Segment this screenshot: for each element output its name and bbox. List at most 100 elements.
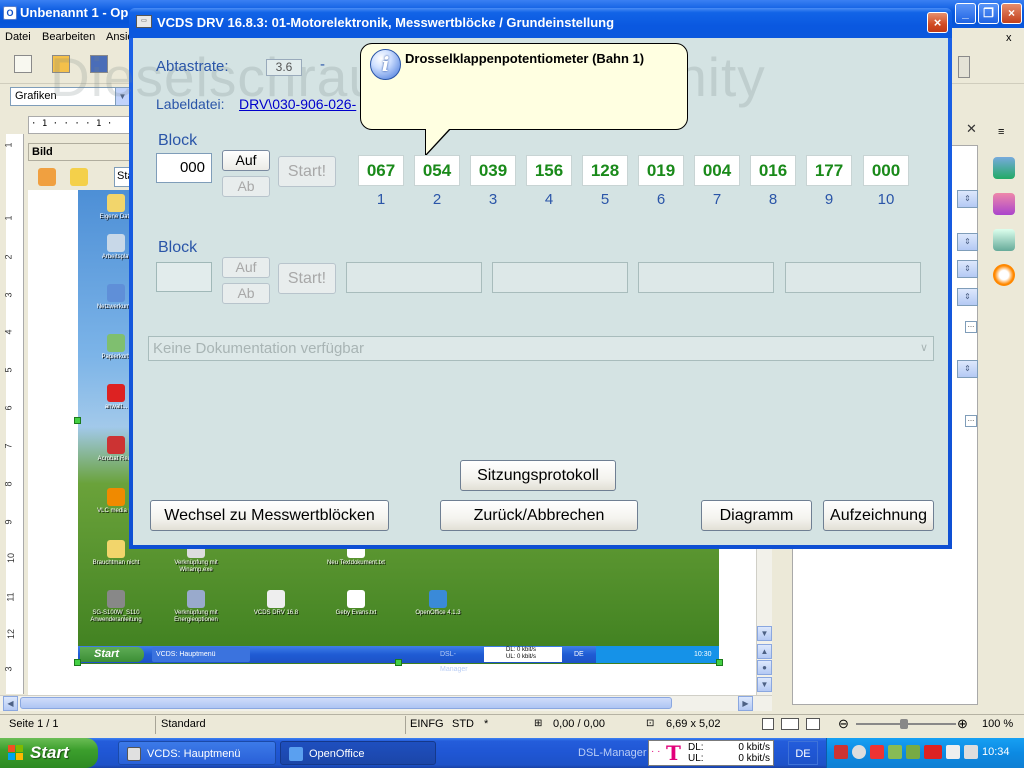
resize-handle[interactable] xyxy=(716,659,723,666)
value-index: 2 xyxy=(432,191,442,208)
navigator-icon[interactable]: ● xyxy=(757,660,772,675)
horizontal-scroll-thumb[interactable] xyxy=(20,697,672,709)
image-filter-icon[interactable] xyxy=(38,168,56,186)
tray-app-icon[interactable] xyxy=(906,745,920,759)
more-options-icon[interactable]: … xyxy=(965,415,977,427)
chevron-down-icon[interactable]: ∨ xyxy=(915,338,933,359)
spin-control[interactable]: ⇕ xyxy=(957,260,978,278)
spin-control[interactable]: ⇕ xyxy=(957,190,978,208)
measured-value-7[interactable]: 004 xyxy=(694,155,740,186)
block-2-start-button[interactable]: Start! xyxy=(278,263,336,294)
block-2-field-3 xyxy=(638,262,774,293)
properties-icon[interactable] xyxy=(993,157,1015,179)
measured-value-3[interactable]: 039 xyxy=(470,155,516,186)
maximize-icon[interactable]: ❐ xyxy=(978,3,999,24)
back-cancel-button[interactable]: Zurück/Abbrechen xyxy=(440,500,638,531)
more-options-icon[interactable]: … xyxy=(965,321,977,333)
spin-control[interactable]: ⇕ xyxy=(957,288,978,306)
status-selection-mode[interactable]: STD xyxy=(452,718,474,730)
status-insert-mode[interactable]: EINFG xyxy=(410,718,444,730)
measured-value-2[interactable]: 054 xyxy=(414,155,460,186)
block-1-input[interactable]: 000 xyxy=(156,153,212,183)
resize-handle[interactable] xyxy=(74,417,81,424)
telekom-logo: T xyxy=(666,741,681,765)
measured-value-10[interactable]: 000 xyxy=(863,155,909,186)
clock[interactable]: 10:34 xyxy=(982,746,1010,758)
zoom-slider-thumb[interactable] xyxy=(900,719,908,729)
embedded-lang: DE xyxy=(574,651,584,658)
size-icon: ⊡ xyxy=(646,718,655,729)
sidebar-menu-icon[interactable]: ≡ xyxy=(998,126,1004,138)
resize-handle[interactable] xyxy=(74,659,81,666)
tray-shield-icon[interactable] xyxy=(870,745,884,759)
measured-value-4[interactable]: 156 xyxy=(526,155,572,186)
measured-value-9[interactable]: 177 xyxy=(806,155,852,186)
status-style[interactable]: Standard xyxy=(161,718,206,730)
measured-value-6[interactable]: 019 xyxy=(638,155,684,186)
desktop-icon: Verknüpfung mit Energieoptionen xyxy=(166,590,226,624)
windows-logo-icon xyxy=(8,745,24,761)
block-1-start-button[interactable]: Start! xyxy=(278,156,336,187)
new-document-icon[interactable] xyxy=(14,55,32,73)
toolbar-overflow-icon[interactable] xyxy=(958,56,970,78)
info-icon: i xyxy=(370,49,401,80)
status-size: 6,69 x 5,02 xyxy=(666,718,721,730)
measured-value-5[interactable]: 128 xyxy=(582,155,628,186)
tray-ati-icon[interactable] xyxy=(924,745,942,759)
block-1-up-button[interactable]: Auf xyxy=(222,150,270,171)
switch-to-measuring-blocks-button[interactable]: Wechsel zu Messwertblöcken xyxy=(150,500,389,531)
taskbar-button-vcds[interactable]: VCDS: Hauptmenü xyxy=(118,741,276,765)
resize-handle[interactable] xyxy=(395,659,402,666)
measured-value-1[interactable]: 067 xyxy=(358,155,404,186)
menu-bearbeiten[interactable]: Bearbeiten xyxy=(42,31,95,43)
tray-network-icon[interactable] xyxy=(888,745,902,759)
taskbar-button-openoffice[interactable]: OpenOffice xyxy=(280,741,436,765)
book-view-icon[interactable] xyxy=(806,718,820,730)
scroll-right-icon[interactable]: ▶ xyxy=(738,696,753,711)
spin-control[interactable]: ⇕ xyxy=(957,233,978,251)
multi-page-view-icon[interactable] xyxy=(781,718,799,730)
magic-wand-icon[interactable] xyxy=(70,168,88,186)
graph-button[interactable]: Diagramm xyxy=(701,500,812,531)
vcds-app-icon: ▭ xyxy=(136,15,152,28)
gallery-icon[interactable] xyxy=(993,229,1015,251)
navigator-icon[interactable] xyxy=(993,264,1015,286)
styles-icon[interactable] xyxy=(993,193,1015,215)
previous-page-icon[interactable]: ▲ xyxy=(757,644,772,659)
ruler-number: 4 xyxy=(3,329,14,335)
label-file-link[interactable]: DRV\030-906-026- xyxy=(239,96,356,112)
close-icon[interactable]: × xyxy=(1001,3,1022,24)
documentation-select[interactable]: Keine Dokumentation verfügbar xyxy=(148,336,934,361)
status-zoom[interactable]: 100 % xyxy=(982,718,1013,730)
menu-datei[interactable]: Datei xyxy=(5,31,31,43)
sidebar-close-icon[interactable]: ✕ xyxy=(966,121,977,137)
measured-value-8[interactable]: 016 xyxy=(750,155,796,186)
value-index: 8 xyxy=(768,191,778,208)
value-index: 9 xyxy=(824,191,834,208)
close-icon[interactable]: × xyxy=(927,12,948,33)
zoom-in-icon[interactable]: ⊕ xyxy=(957,716,968,732)
embedded-start-button: Start xyxy=(80,647,144,662)
scroll-down-icon[interactable]: ▼ xyxy=(757,626,772,641)
block-1-down-button[interactable]: Ab xyxy=(222,176,270,197)
tray-app-icon[interactable] xyxy=(946,745,960,759)
value-index: 1 xyxy=(376,191,386,208)
tray-disc-icon[interactable] xyxy=(852,745,866,759)
scroll-left-icon[interactable]: ◀ xyxy=(3,696,18,711)
minimize-icon[interactable]: _ xyxy=(955,3,976,24)
value-index: 6 xyxy=(656,191,666,208)
block-2-up-button[interactable]: Auf xyxy=(222,257,270,278)
block-2-input[interactable] xyxy=(156,262,212,292)
single-page-view-icon[interactable] xyxy=(762,718,774,730)
record-button[interactable]: Aufzeichnung xyxy=(823,500,934,531)
next-page-icon[interactable]: ▼ xyxy=(757,677,772,692)
block-2-down-button[interactable]: Ab xyxy=(222,283,270,304)
spin-control[interactable]: ⇕ xyxy=(957,360,978,378)
document-close-icon[interactable]: x xyxy=(1006,32,1012,44)
volume-icon[interactable] xyxy=(964,745,978,759)
ruler-number: 8 xyxy=(3,481,14,487)
zoom-out-icon[interactable]: ⊖ xyxy=(838,716,849,732)
language-indicator[interactable]: DE xyxy=(788,741,818,765)
session-log-button[interactable]: Sitzungsprotokoll xyxy=(460,460,616,491)
tray-app-icon[interactable] xyxy=(834,745,848,759)
